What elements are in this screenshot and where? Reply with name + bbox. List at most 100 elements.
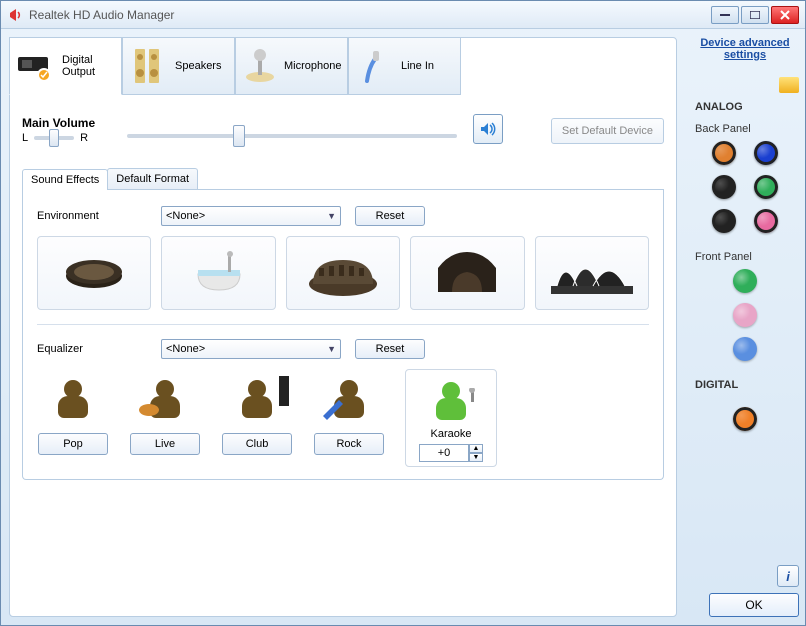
- volume-slider[interactable]: [127, 134, 457, 138]
- environment-selected: <None>: [166, 210, 205, 222]
- set-default-device-button[interactable]: Set Default Device: [551, 118, 664, 144]
- equalizer-row: Equalizer <None> ▼ Reset: [37, 339, 649, 359]
- volume-row: Main Volume L R: [22, 114, 664, 144]
- tab-speakers[interactable]: Speakers: [122, 37, 235, 95]
- app-window: Realtek HD Audio Manager Digital Output: [0, 0, 806, 626]
- tab-label: Line In: [401, 60, 434, 72]
- front-panel-label: Front Panel: [695, 251, 752, 263]
- eq-pop-button[interactable]: Pop: [38, 433, 108, 455]
- app-icon: [7, 7, 23, 23]
- balance-control: L R: [22, 132, 95, 144]
- main-panel: Digital Output Speakers Microphone: [9, 37, 677, 617]
- device-tabs: Digital Output Speakers Microphone: [9, 37, 461, 95]
- environment-combo[interactable]: <None> ▼: [161, 206, 341, 226]
- balance-left-label: L: [22, 132, 28, 144]
- environment-presets: [37, 236, 649, 310]
- tab-microphone[interactable]: Microphone: [235, 37, 348, 95]
- window-controls: [711, 6, 799, 24]
- environment-label: Environment: [37, 210, 147, 222]
- microphone-icon: [242, 46, 278, 86]
- env-preset-bathtub[interactable]: [161, 236, 275, 310]
- eq-rock-button[interactable]: Rock: [314, 433, 384, 455]
- folder-icon[interactable]: [779, 77, 799, 93]
- jack-back-5[interactable]: [712, 209, 736, 233]
- line-in-icon: [355, 46, 395, 86]
- env-preset-opera-house[interactable]: [535, 236, 649, 310]
- equalizer-selected: <None>: [166, 343, 205, 355]
- env-preset-cave[interactable]: [410, 236, 524, 310]
- pop-icon: [37, 369, 109, 427]
- jack-back-6[interactable]: [754, 209, 778, 233]
- content: Digital Output Speakers Microphone: [1, 29, 805, 625]
- karaoke-spinner: ▲ ▼: [419, 444, 483, 462]
- karaoke-icon: [415, 376, 487, 424]
- divider: [37, 324, 649, 325]
- back-panel-jacks: [712, 141, 778, 233]
- balance-right-label: R: [80, 132, 88, 144]
- karaoke-label: Karaoke: [431, 428, 472, 440]
- eq-preset-rock: Rock: [313, 369, 385, 455]
- subtab-default-format[interactable]: Default Format: [107, 168, 198, 189]
- club-icon: [221, 369, 293, 427]
- karaoke-card: Karaoke ▲ ▼: [405, 369, 497, 467]
- ok-button[interactable]: OK: [709, 593, 799, 617]
- device-advanced-settings-link[interactable]: Device advanced settings: [691, 37, 799, 61]
- env-preset-cookie[interactable]: [37, 236, 151, 310]
- eq-live-button[interactable]: Live: [130, 433, 200, 455]
- karaoke-value-input[interactable]: [419, 444, 469, 462]
- minimize-button[interactable]: [711, 6, 739, 24]
- jack-digital[interactable]: [733, 407, 757, 431]
- jack-front-3[interactable]: [733, 337, 757, 361]
- chevron-down-icon: ▼: [327, 344, 336, 354]
- tab-digital-output[interactable]: Digital Output: [9, 37, 122, 95]
- rock-icon: [313, 369, 385, 427]
- digital-label: DIGITAL: [695, 379, 738, 391]
- equalizer-combo[interactable]: <None> ▼: [161, 339, 341, 359]
- jack-back-1[interactable]: [712, 141, 736, 165]
- volume-thumb[interactable]: [233, 125, 245, 147]
- jack-back-3[interactable]: [712, 175, 736, 199]
- env-preset-colosseum[interactable]: [286, 236, 400, 310]
- jack-front-1[interactable]: [733, 269, 757, 293]
- balance-slider[interactable]: [34, 136, 74, 140]
- digital-output-icon: [16, 46, 56, 86]
- subtab-sound-effects[interactable]: Sound Effects: [22, 169, 108, 190]
- environment-row: Environment <None> ▼ Reset: [37, 206, 649, 226]
- chevron-down-icon: ▼: [327, 211, 336, 221]
- subtabs: Sound Effects Default Format: [22, 168, 664, 190]
- balance-block: Main Volume L R: [22, 116, 95, 144]
- eq-preset-live: Live: [129, 369, 201, 455]
- tab-label: Microphone: [284, 60, 341, 72]
- tab-line-in[interactable]: Line In: [348, 37, 461, 95]
- back-panel-label: Back Panel: [695, 123, 751, 135]
- jack-back-4[interactable]: [754, 175, 778, 199]
- jack-front-2[interactable]: [733, 303, 757, 327]
- eq-preset-pop: Pop: [37, 369, 109, 455]
- equalizer-reset-button[interactable]: Reset: [355, 339, 425, 359]
- tab-label: Speakers: [175, 60, 221, 72]
- environment-reset-button[interactable]: Reset: [355, 206, 425, 226]
- eq-preset-club: Club: [221, 369, 293, 455]
- mute-button[interactable]: [473, 114, 503, 144]
- speakers-icon: [129, 46, 169, 86]
- window-title: Realtek HD Audio Manager: [29, 8, 711, 22]
- main-area: Digital Output Speakers Microphone: [1, 29, 685, 625]
- eq-club-button[interactable]: Club: [222, 433, 292, 455]
- main-volume-label: Main Volume: [22, 116, 95, 130]
- analog-label: ANALOG: [695, 101, 743, 113]
- equalizer-label: Equalizer: [37, 343, 147, 355]
- karaoke-up-button[interactable]: ▲: [469, 444, 483, 453]
- maximize-button[interactable]: [741, 6, 769, 24]
- close-button[interactable]: [771, 6, 799, 24]
- front-panel-jacks: [733, 269, 757, 361]
- sidebar: Device advanced settings ANALOG Back Pan…: [685, 29, 805, 625]
- jack-back-2[interactable]: [754, 141, 778, 165]
- sound-effects-panel: Environment <None> ▼ Reset: [22, 190, 664, 480]
- live-icon: [129, 369, 201, 427]
- tab-label: Digital Output: [62, 54, 115, 78]
- info-button[interactable]: i: [777, 565, 799, 587]
- equalizer-presets: Pop Live Club: [37, 369, 649, 467]
- titlebar: Realtek HD Audio Manager: [1, 1, 805, 29]
- balance-thumb[interactable]: [49, 129, 59, 147]
- karaoke-down-button[interactable]: ▼: [469, 453, 483, 462]
